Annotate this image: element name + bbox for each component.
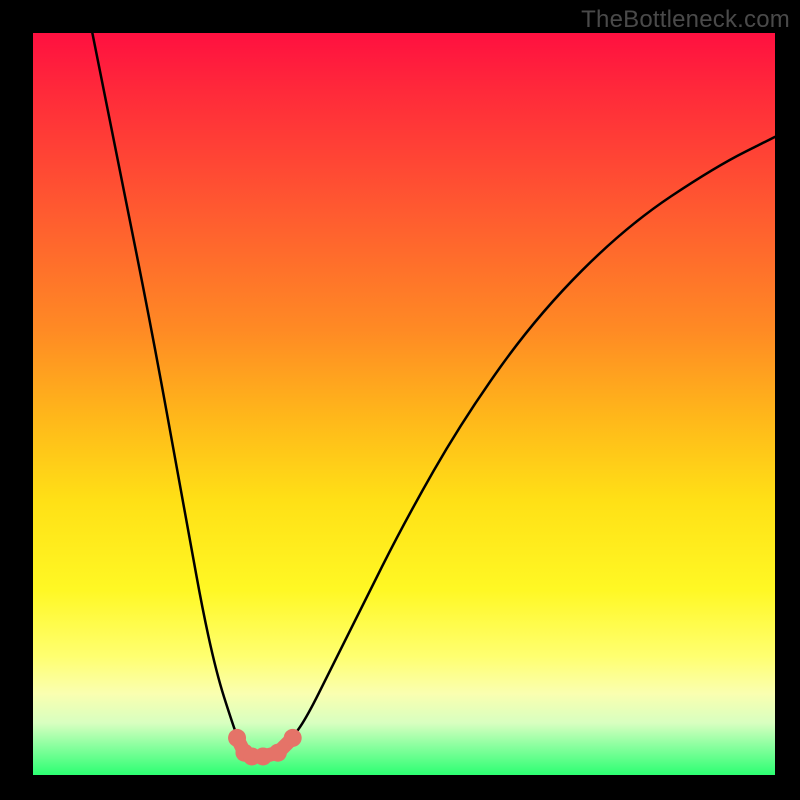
watermark-text: TheBottleneck.com bbox=[581, 6, 790, 34]
min-dot bbox=[284, 729, 302, 747]
dots-layer bbox=[228, 729, 302, 766]
chart-svg bbox=[33, 33, 775, 775]
chart-frame: TheBottleneck.com bbox=[0, 0, 800, 800]
min-dot bbox=[269, 744, 287, 762]
bottleneck-curve bbox=[92, 33, 775, 756]
curve-layer bbox=[92, 33, 775, 756]
plot-area bbox=[33, 33, 775, 775]
